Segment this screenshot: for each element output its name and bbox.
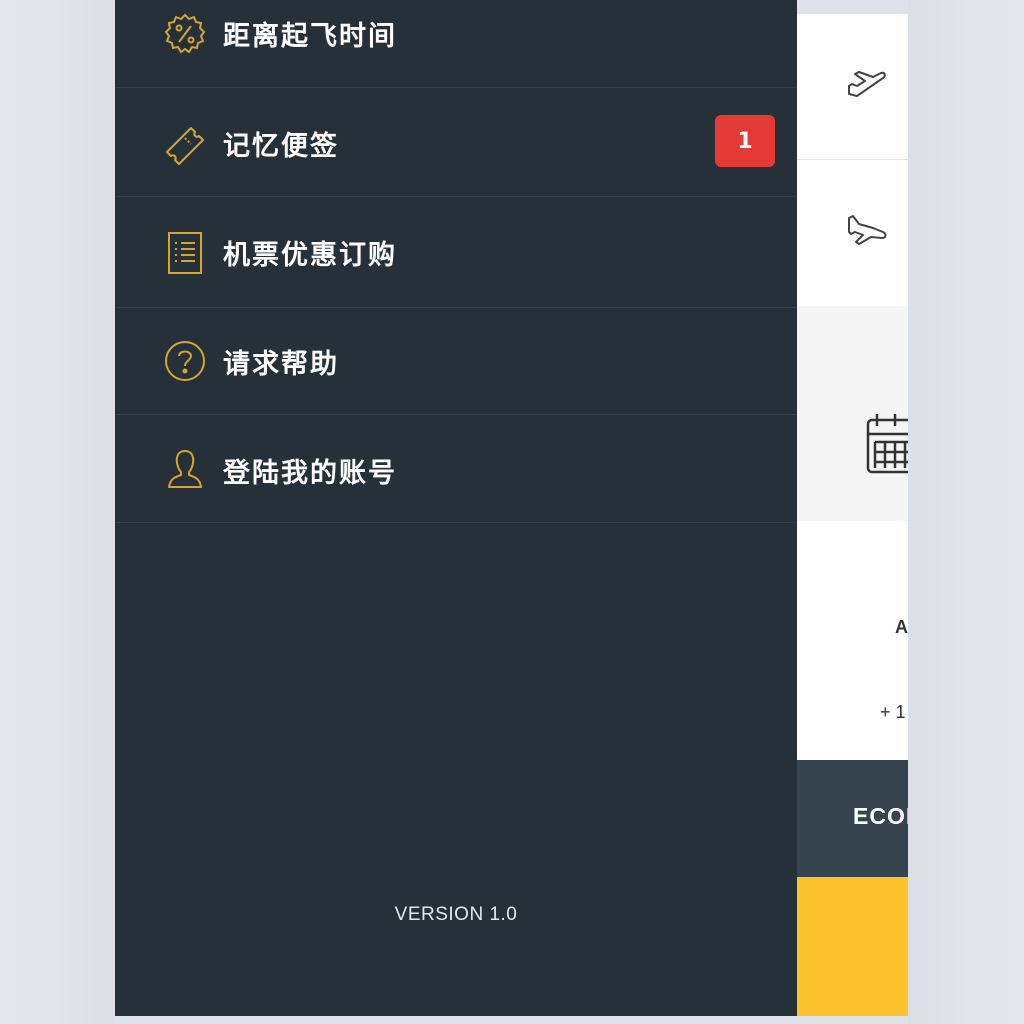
navigation-drawer: 距离起飞时间 记忆便签 1 机票优惠订购 请求帮助 登陆我的账号 VERSION… [115,0,797,1016]
plane-arrival-icon [848,215,887,245]
arrival-row[interactable] [797,160,908,306]
menu-item-label: 记忆便签 [223,131,339,162]
passenger-row[interactable]: A + 1 [797,521,908,760]
calendar-icon [866,414,908,474]
page-background-left [0,0,115,1024]
ticket-icon [163,122,207,166]
passenger-count-partial: + 1 [880,702,906,722]
app-version: VERSION 1.0 [394,904,518,925]
menu-item-label: 请求帮助 [223,349,339,380]
class-label-partial: ECOI [853,803,908,829]
menu-item-label: 登陆我的账号 [223,458,397,489]
menu-item-login[interactable]: 登陆我的账号 [115,415,797,523]
document-list-icon [163,231,207,275]
search-cta-button[interactable] [797,877,908,1016]
passenger-label-partial: A [895,617,908,637]
page-background-bottom [115,1016,908,1024]
page-background-right [908,0,1024,1024]
departure-row[interactable] [797,14,908,159]
menu-item-label: 机票优惠订购 [223,240,397,271]
percent-badge-icon [163,12,207,56]
plane-departure-icon [848,71,886,97]
menu-item-label: 距离起飞时间 [223,21,397,52]
help-icon [163,339,207,383]
notification-badge: 1 [715,115,775,167]
menu-item-departure-countdown[interactable]: 距离起飞时间 [115,0,797,88]
class-selector-button[interactable]: ECOI [797,760,908,877]
menu-item-help[interactable]: 请求帮助 [115,308,797,415]
user-icon [163,447,207,491]
menu-item-memo[interactable]: 记忆便签 1 [115,88,797,197]
menu-item-ticket-deals[interactable]: 机票优惠订购 [115,197,797,308]
date-row[interactable] [797,306,908,521]
